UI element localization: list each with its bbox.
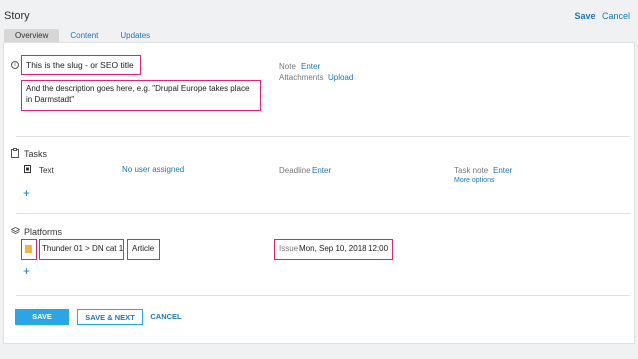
top-actions: Save Cancel: [574, 11, 630, 21]
top-save-button[interactable]: Save: [574, 11, 595, 21]
platforms-heading: Platforms: [24, 227, 63, 237]
cancel-button[interactable]: CANCEL: [149, 309, 183, 325]
description-line-2[interactable]: in Darmstadt": [26, 95, 74, 104]
attachments-label: Attachments: [279, 73, 324, 82]
task-name: Text: [39, 166, 54, 175]
deadline-enter-link[interactable]: Enter: [312, 166, 331, 175]
add-task-plus-icon[interactable]: +: [23, 187, 30, 199]
overview-panel: i This is the slug - or SEO title And th…: [3, 42, 635, 344]
attachments-upload-link[interactable]: Upload: [328, 73, 353, 82]
tab-updates[interactable]: Updates: [109, 29, 161, 43]
divider: [16, 136, 630, 137]
task-note-enter-link[interactable]: Enter: [493, 166, 512, 175]
tasks-heading: Tasks: [24, 149, 48, 159]
issue-label: Issue: [279, 244, 299, 253]
divider: [16, 213, 630, 214]
flag-icon: [25, 245, 32, 253]
tab-bar: Overview Content Updates: [4, 29, 161, 43]
note-label: Note: [279, 62, 296, 71]
text-doc-icon: [24, 165, 31, 173]
save-and-next-button[interactable]: SAVE & NEXT: [77, 309, 143, 325]
add-platform-plus-icon[interactable]: +: [23, 265, 30, 277]
platform-path[interactable]: Thunder 01 > DN cat 1: [42, 244, 123, 253]
more-options-link[interactable]: More options: [454, 177, 494, 184]
save-button[interactable]: SAVE: [15, 309, 69, 325]
clipboard-icon: [11, 148, 19, 158]
task-assignee-link[interactable]: No user assigned: [122, 165, 184, 174]
page-title: Story: [4, 10, 30, 22]
slug-title-field[interactable]: This is the slug - or SEO title: [26, 60, 134, 70]
task-note-label: Task note: [454, 166, 489, 175]
divider: [16, 295, 630, 296]
top-bar: Story Save Cancel: [0, 0, 638, 28]
issue-time[interactable]: 12:00: [368, 244, 388, 253]
description-line-1[interactable]: And the description goes here, e.g. "Dru…: [26, 84, 249, 93]
platform-type[interactable]: Article: [132, 244, 154, 253]
story-editor: Story Save Cancel Overview Content Updat…: [0, 0, 638, 359]
tab-overview[interactable]: Overview: [4, 29, 60, 43]
top-cancel-button[interactable]: Cancel: [602, 11, 630, 21]
issue-date[interactable]: Mon, Sep 10, 2018: [299, 244, 367, 253]
info-icon: i: [11, 61, 19, 69]
tab-content[interactable]: Content: [59, 29, 109, 43]
deadline-label: Deadline: [279, 166, 311, 175]
layers-icon: [11, 227, 20, 235]
note-enter-link[interactable]: Enter: [301, 62, 320, 71]
